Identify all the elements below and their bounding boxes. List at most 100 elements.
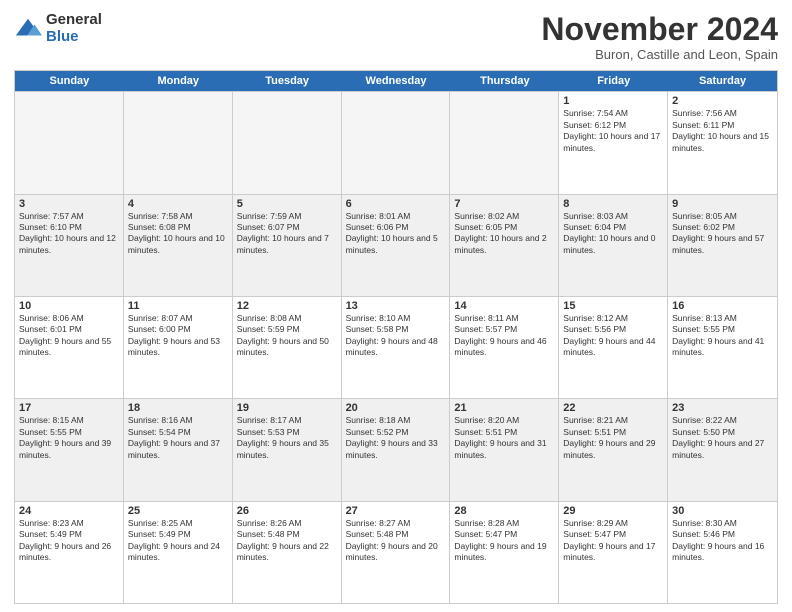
calendar-cell-4-1: 17Sunrise: 8:15 AM Sunset: 5:55 PM Dayli… <box>15 399 124 500</box>
calendar-cell-5-5: 28Sunrise: 8:28 AM Sunset: 5:47 PM Dayli… <box>450 502 559 603</box>
cell-info: Sunrise: 7:59 AM Sunset: 6:07 PM Dayligh… <box>237 211 337 257</box>
day-number: 19 <box>237 402 337 414</box>
month-title: November 2024 <box>541 12 778 47</box>
calendar-header: SundayMondayTuesdayWednesdayThursdayFrid… <box>15 71 777 91</box>
cell-info: Sunrise: 8:17 AM Sunset: 5:53 PM Dayligh… <box>237 415 337 461</box>
calendar-cell-2-6: 8Sunrise: 8:03 AM Sunset: 6:04 PM Daylig… <box>559 195 668 296</box>
cell-info: Sunrise: 8:27 AM Sunset: 5:48 PM Dayligh… <box>346 518 446 564</box>
calendar: SundayMondayTuesdayWednesdayThursdayFrid… <box>14 70 778 604</box>
logo-icon <box>14 15 42 43</box>
calendar-cell-3-1: 10Sunrise: 8:06 AM Sunset: 6:01 PM Dayli… <box>15 297 124 398</box>
calendar-cell-5-3: 26Sunrise: 8:26 AM Sunset: 5:48 PM Dayli… <box>233 502 342 603</box>
day-number: 18 <box>128 402 228 414</box>
calendar-cell-5-2: 25Sunrise: 8:25 AM Sunset: 5:49 PM Dayli… <box>124 502 233 603</box>
calendar-cell-5-1: 24Sunrise: 8:23 AM Sunset: 5:49 PM Dayli… <box>15 502 124 603</box>
day-number: 14 <box>454 300 554 312</box>
cell-info: Sunrise: 8:26 AM Sunset: 5:48 PM Dayligh… <box>237 518 337 564</box>
cell-info: Sunrise: 8:28 AM Sunset: 5:47 PM Dayligh… <box>454 518 554 564</box>
day-number: 24 <box>19 505 119 517</box>
day-number: 22 <box>563 402 663 414</box>
cell-info: Sunrise: 7:58 AM Sunset: 6:08 PM Dayligh… <box>128 211 228 257</box>
calendar-cell-4-5: 21Sunrise: 8:20 AM Sunset: 5:51 PM Dayli… <box>450 399 559 500</box>
day-number: 23 <box>672 402 773 414</box>
calendar-cell-5-4: 27Sunrise: 8:27 AM Sunset: 5:48 PM Dayli… <box>342 502 451 603</box>
calendar-cell-1-4 <box>342 92 451 193</box>
day-number: 21 <box>454 402 554 414</box>
calendar-cell-4-6: 22Sunrise: 8:21 AM Sunset: 5:51 PM Dayli… <box>559 399 668 500</box>
calendar-cell-2-4: 6Sunrise: 8:01 AM Sunset: 6:06 PM Daylig… <box>342 195 451 296</box>
calendar-cell-4-2: 18Sunrise: 8:16 AM Sunset: 5:54 PM Dayli… <box>124 399 233 500</box>
calendar-cell-2-7: 9Sunrise: 8:05 AM Sunset: 6:02 PM Daylig… <box>668 195 777 296</box>
cell-info: Sunrise: 8:06 AM Sunset: 6:01 PM Dayligh… <box>19 313 119 359</box>
calendar-row-1: 1Sunrise: 7:54 AM Sunset: 6:12 PM Daylig… <box>15 91 777 193</box>
calendar-cell-3-2: 11Sunrise: 8:07 AM Sunset: 6:00 PM Dayli… <box>124 297 233 398</box>
logo-general-text: General <box>46 12 102 29</box>
day-number: 7 <box>454 198 554 210</box>
day-number: 13 <box>346 300 446 312</box>
cell-info: Sunrise: 7:56 AM Sunset: 6:11 PM Dayligh… <box>672 108 773 154</box>
calendar-cell-3-5: 14Sunrise: 8:11 AM Sunset: 5:57 PM Dayli… <box>450 297 559 398</box>
header-day-saturday: Saturday <box>668 71 777 91</box>
calendar-cell-5-6: 29Sunrise: 8:29 AM Sunset: 5:47 PM Dayli… <box>559 502 668 603</box>
title-section: November 2024 Buron, Castille and Leon, … <box>541 12 778 62</box>
calendar-cell-2-2: 4Sunrise: 7:58 AM Sunset: 6:08 PM Daylig… <box>124 195 233 296</box>
calendar-cell-3-7: 16Sunrise: 8:13 AM Sunset: 5:55 PM Dayli… <box>668 297 777 398</box>
header-day-sunday: Sunday <box>15 71 124 91</box>
cell-info: Sunrise: 8:02 AM Sunset: 6:05 PM Dayligh… <box>454 211 554 257</box>
cell-info: Sunrise: 8:12 AM Sunset: 5:56 PM Dayligh… <box>563 313 663 359</box>
calendar-cell-1-3 <box>233 92 342 193</box>
logo: General Blue <box>14 12 102 45</box>
cell-info: Sunrise: 8:25 AM Sunset: 5:49 PM Dayligh… <box>128 518 228 564</box>
calendar-cell-1-7: 2Sunrise: 7:56 AM Sunset: 6:11 PM Daylig… <box>668 92 777 193</box>
calendar-cell-4-7: 23Sunrise: 8:22 AM Sunset: 5:50 PM Dayli… <box>668 399 777 500</box>
cell-info: Sunrise: 8:21 AM Sunset: 5:51 PM Dayligh… <box>563 415 663 461</box>
calendar-cell-3-4: 13Sunrise: 8:10 AM Sunset: 5:58 PM Dayli… <box>342 297 451 398</box>
cell-info: Sunrise: 8:11 AM Sunset: 5:57 PM Dayligh… <box>454 313 554 359</box>
header: General Blue November 2024 Buron, Castil… <box>14 12 778 62</box>
calendar-cell-2-1: 3Sunrise: 7:57 AM Sunset: 6:10 PM Daylig… <box>15 195 124 296</box>
calendar-cell-1-1 <box>15 92 124 193</box>
header-day-thursday: Thursday <box>450 71 559 91</box>
location-subtitle: Buron, Castille and Leon, Spain <box>541 47 778 62</box>
calendar-cell-2-5: 7Sunrise: 8:02 AM Sunset: 6:05 PM Daylig… <box>450 195 559 296</box>
calendar-cell-4-3: 19Sunrise: 8:17 AM Sunset: 5:53 PM Dayli… <box>233 399 342 500</box>
calendar-cell-3-3: 12Sunrise: 8:08 AM Sunset: 5:59 PM Dayli… <box>233 297 342 398</box>
day-number: 15 <box>563 300 663 312</box>
cell-info: Sunrise: 7:57 AM Sunset: 6:10 PM Dayligh… <box>19 211 119 257</box>
calendar-cell-1-2 <box>124 92 233 193</box>
cell-info: Sunrise: 8:16 AM Sunset: 5:54 PM Dayligh… <box>128 415 228 461</box>
day-number: 28 <box>454 505 554 517</box>
cell-info: Sunrise: 8:07 AM Sunset: 6:00 PM Dayligh… <box>128 313 228 359</box>
day-number: 29 <box>563 505 663 517</box>
calendar-row-3: 10Sunrise: 8:06 AM Sunset: 6:01 PM Dayli… <box>15 296 777 398</box>
cell-info: Sunrise: 8:23 AM Sunset: 5:49 PM Dayligh… <box>19 518 119 564</box>
cell-info: Sunrise: 8:13 AM Sunset: 5:55 PM Dayligh… <box>672 313 773 359</box>
day-number: 27 <box>346 505 446 517</box>
day-number: 11 <box>128 300 228 312</box>
logo-text: General Blue <box>46 12 102 45</box>
calendar-cell-3-6: 15Sunrise: 8:12 AM Sunset: 5:56 PM Dayli… <box>559 297 668 398</box>
day-number: 1 <box>563 95 663 107</box>
cell-info: Sunrise: 8:15 AM Sunset: 5:55 PM Dayligh… <box>19 415 119 461</box>
cell-info: Sunrise: 8:10 AM Sunset: 5:58 PM Dayligh… <box>346 313 446 359</box>
day-number: 17 <box>19 402 119 414</box>
day-number: 30 <box>672 505 773 517</box>
day-number: 9 <box>672 198 773 210</box>
day-number: 20 <box>346 402 446 414</box>
cell-info: Sunrise: 8:08 AM Sunset: 5:59 PM Dayligh… <box>237 313 337 359</box>
day-number: 25 <box>128 505 228 517</box>
cell-info: Sunrise: 8:22 AM Sunset: 5:50 PM Dayligh… <box>672 415 773 461</box>
day-number: 4 <box>128 198 228 210</box>
calendar-cell-5-7: 30Sunrise: 8:30 AM Sunset: 5:46 PM Dayli… <box>668 502 777 603</box>
calendar-cell-1-5 <box>450 92 559 193</box>
calendar-cell-2-3: 5Sunrise: 7:59 AM Sunset: 6:07 PM Daylig… <box>233 195 342 296</box>
day-number: 3 <box>19 198 119 210</box>
logo-blue-text: Blue <box>46 29 102 46</box>
header-day-monday: Monday <box>124 71 233 91</box>
page: General Blue November 2024 Buron, Castil… <box>0 0 792 612</box>
calendar-row-4: 17Sunrise: 8:15 AM Sunset: 5:55 PM Dayli… <box>15 398 777 500</box>
day-number: 26 <box>237 505 337 517</box>
header-day-friday: Friday <box>559 71 668 91</box>
calendar-body: 1Sunrise: 7:54 AM Sunset: 6:12 PM Daylig… <box>15 91 777 603</box>
day-number: 12 <box>237 300 337 312</box>
